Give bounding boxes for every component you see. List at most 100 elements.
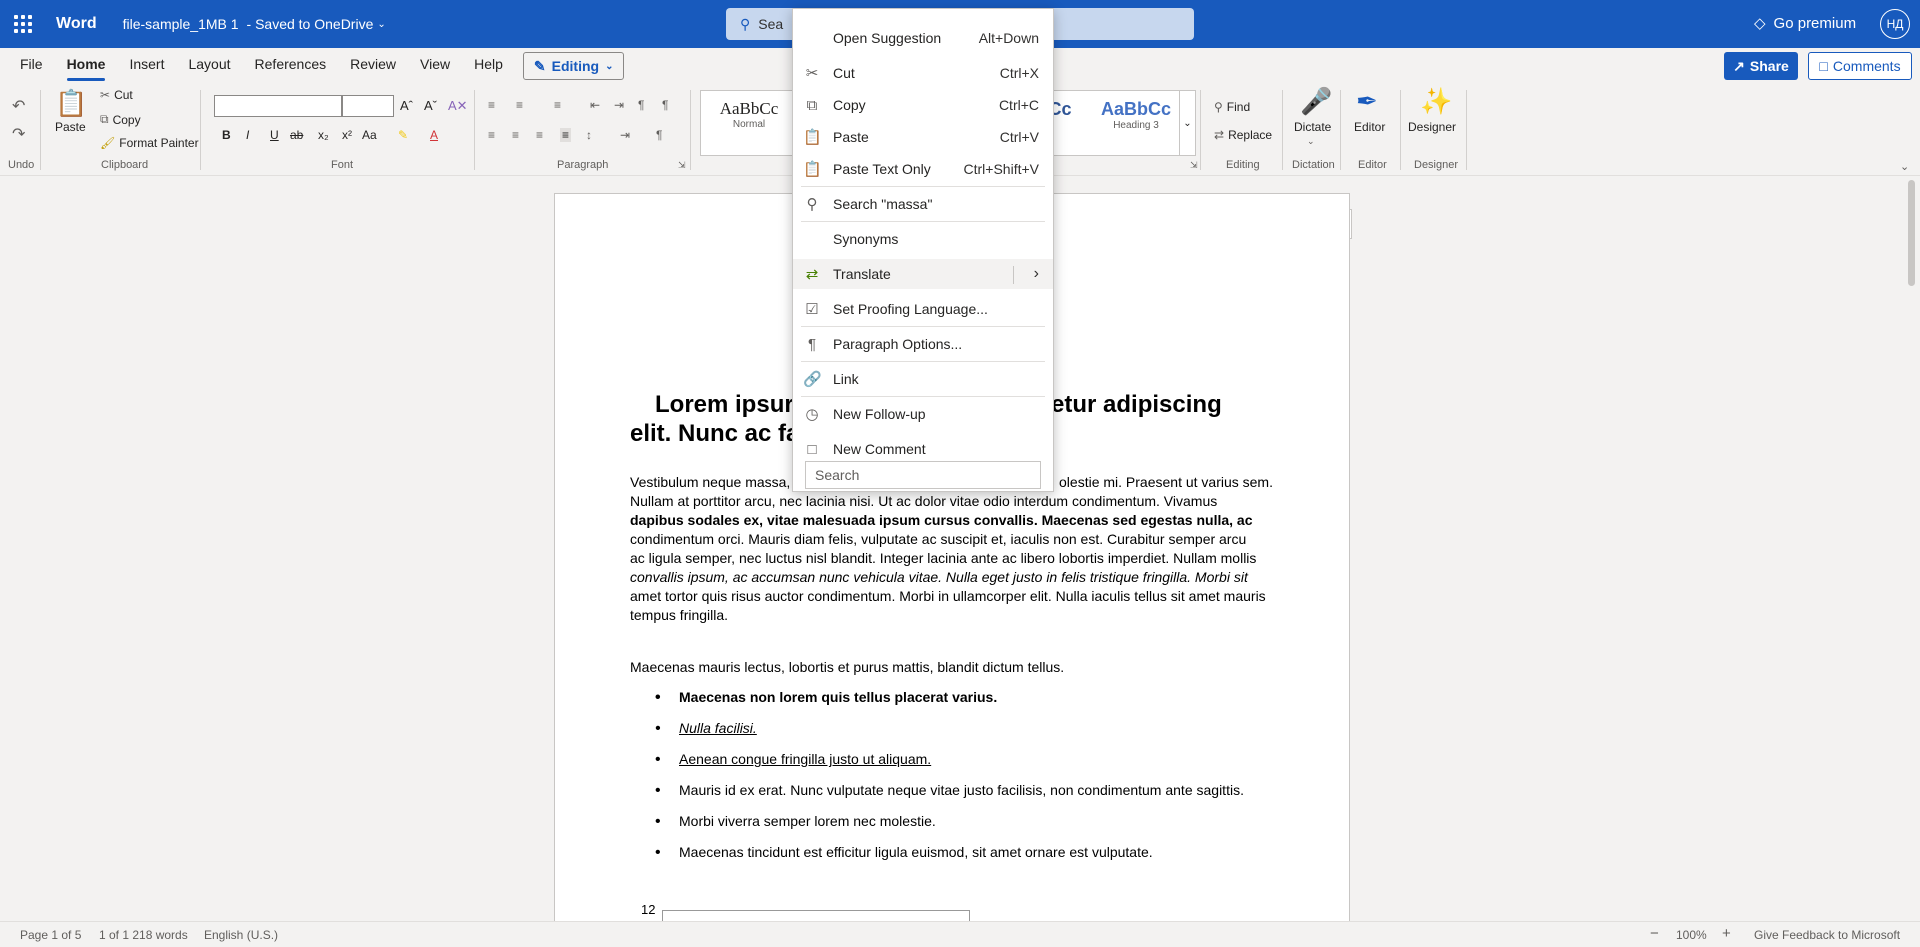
chevron-right-icon[interactable]: › — [1034, 265, 1039, 283]
style-normal[interactable]: AaBbCc Normal — [719, 99, 779, 130]
word-count[interactable]: 1 of 1 218 words — [99, 928, 188, 942]
tab-home[interactable]: Home — [55, 48, 118, 84]
embedded-chart[interactable] — [662, 910, 970, 921]
numbering-icon[interactable]: ≡ — [516, 98, 523, 112]
comments-button[interactable]: □ Comments — [1808, 52, 1912, 80]
paragraph-2[interactable]: Maecenas mauris lectus, lobortis et puru… — [630, 658, 1273, 677]
format-painter-button[interactable]: 🖌 Format Painter — [100, 136, 199, 150]
tab-file[interactable]: File — [8, 48, 55, 84]
menu-item-new-comment[interactable]: □ New Comment — [793, 434, 1053, 464]
decrease-indent-icon[interactable]: ⇤ — [590, 98, 600, 112]
style-heading-3[interactable]: AaBbCc Heading 3 — [1091, 99, 1181, 131]
menu-item-search[interactable]: ⚲ Search "massa" — [793, 189, 1053, 219]
page-count[interactable]: Page 1 of 5 — [20, 928, 81, 942]
styles-expand-icon[interactable]: ⌄ — [1179, 91, 1195, 155]
list-item[interactable]: Maecenas non lorem quis tellus placerat … — [655, 689, 1255, 707]
font-size-select[interactable] — [342, 95, 394, 117]
paragraph-1[interactable]: Vestibulum neque massa, olestie mi. Prae… — [630, 473, 1273, 625]
menu-item-open-suggestion[interactable]: Open Suggestion Alt+Down — [793, 23, 1053, 53]
app-launcher-button[interactable] — [0, 0, 46, 48]
multilevel-list-icon[interactable]: ≡ — [554, 98, 561, 112]
menu-search-input[interactable]: Search — [805, 461, 1041, 489]
cut-button[interactable]: ✂ Cut — [100, 88, 133, 102]
editor-icon[interactable]: ✒ — [1356, 86, 1378, 117]
menu-item-copy[interactable]: ⧉ Copy Ctrl+C — [793, 90, 1053, 120]
font-color-icon[interactable]: A — [430, 128, 438, 142]
list-item[interactable]: Maecenas tincidunt est efficitur ligula … — [655, 844, 1255, 862]
menu-item-synonyms[interactable]: Synonyms — [793, 224, 1053, 254]
grow-font-icon[interactable]: Aˆ — [400, 98, 413, 113]
paste-button[interactable]: Paste — [55, 120, 86, 134]
microphone-icon[interactable]: 🎤 — [1300, 86, 1332, 117]
list-item[interactable]: Nulla facilisi. — [655, 720, 1255, 738]
increase-indent-icon[interactable]: ⇥ — [614, 98, 624, 112]
document-title[interactable]: file-sample_1MB 1 — [123, 16, 239, 32]
change-case-icon[interactable]: Aa — [362, 128, 377, 142]
bold-icon[interactable]: B — [222, 128, 231, 142]
scrollbar-thumb[interactable] — [1908, 180, 1915, 286]
avatar[interactable]: НД — [1880, 9, 1910, 39]
shrink-font-icon[interactable]: Aˇ — [424, 98, 437, 113]
undo-icon[interactable]: ↶ — [12, 96, 25, 116]
replace-button[interactable]: ⇄ Replace — [1214, 128, 1272, 142]
chevron-down-icon[interactable]: ⌄ — [377, 19, 385, 30]
zoom-in-button[interactable]: + — [1722, 925, 1731, 942]
designer-icon[interactable]: ✨ — [1420, 86, 1452, 117]
underline-icon[interactable]: U — [270, 128, 279, 142]
font-name-select[interactable] — [214, 95, 342, 117]
menu-item-new-follow-up[interactable]: ◷ New Follow-up — [793, 399, 1053, 429]
paste-icon[interactable]: 📋 — [55, 88, 87, 119]
zoom-out-button[interactable]: − — [1650, 925, 1659, 942]
bullets-icon[interactable]: ≡ — [488, 98, 495, 112]
editing-mode-button[interactable]: ✎ Editing ⌄ — [522, 52, 625, 80]
list-item[interactable]: Morbi viverra semper lorem nec molestie. — [655, 813, 1255, 831]
redo-icon[interactable]: ↷ — [12, 124, 25, 144]
zoom-level[interactable]: 100% — [1676, 928, 1707, 942]
superscript-icon[interactable]: x² — [342, 128, 352, 142]
menu-item-paste[interactable]: 📋 Paste Ctrl+V — [793, 122, 1053, 152]
menu-item-cut[interactable]: ✂ Cut Ctrl+X — [793, 58, 1053, 88]
dictate-button[interactable]: Dictate — [1294, 120, 1331, 134]
list-item[interactable]: Aenean congue fringilla justo ut aliquam… — [655, 751, 1255, 769]
line-spacing-icon[interactable]: ↕ — [586, 128, 592, 142]
align-right-icon[interactable]: ≡ — [536, 128, 543, 142]
paragraph-launcher-icon[interactable]: ⇲ — [678, 160, 686, 171]
menu-item-paste-text-only[interactable]: 📋 Paste Text Only Ctrl+Shift+V — [793, 154, 1053, 184]
tab-review[interactable]: Review — [338, 48, 408, 84]
tab-help[interactable]: Help — [462, 48, 515, 84]
show-formatting-icon[interactable]: ¶ — [656, 128, 662, 142]
go-premium-button[interactable]: ◇ Go premium — [1754, 14, 1856, 33]
tab-layout[interactable]: Layout — [176, 48, 242, 84]
list-item[interactable]: Mauris id ex erat. Nunc vulputate neque … — [655, 782, 1255, 800]
menu-item-proofing-language[interactable]: ☑ Set Proofing Language... — [793, 294, 1053, 324]
tab-view[interactable]: View — [408, 48, 462, 84]
language-status[interactable]: English (U.S.) — [204, 928, 278, 942]
feedback-link[interactable]: Give Feedback to Microsoft — [1754, 928, 1900, 942]
share-button[interactable]: ↗ Share — [1724, 52, 1798, 80]
menu-item-paragraph-options[interactable]: ¶ Paragraph Options... — [793, 329, 1053, 359]
tab-references[interactable]: References — [243, 48, 339, 84]
menu-item-link[interactable]: 🔗 Link — [793, 364, 1053, 394]
copy-button[interactable]: ⧉ Copy — [100, 112, 141, 127]
find-button[interactable]: ⚲ Find — [1214, 100, 1250, 114]
subscript-icon[interactable]: x₂ — [318, 128, 329, 142]
vertical-scrollbar[interactable] — [1904, 176, 1920, 921]
app-name[interactable]: Word — [56, 15, 97, 33]
chevron-down-icon[interactable]: ⌄ — [1307, 136, 1315, 147]
strikethrough-icon[interactable]: ab — [290, 128, 303, 142]
align-center-icon[interactable]: ≡ — [512, 128, 519, 142]
tab-insert[interactable]: Insert — [117, 48, 176, 84]
styles-launcher-icon[interactable]: ⇲ — [1190, 160, 1198, 171]
align-left-icon[interactable]: ≡ — [488, 128, 495, 142]
italic-icon[interactable]: I — [246, 128, 249, 142]
indent-options-icon[interactable]: ⇥ — [620, 128, 630, 142]
highlight-icon[interactable]: ✎ — [398, 128, 408, 142]
menu-item-translate[interactable]: ⇄ Translate › — [793, 259, 1053, 289]
rtl-icon[interactable]: ¶ — [662, 98, 668, 112]
collapse-ribbon-icon[interactable]: ⌄ — [1900, 160, 1909, 173]
designer-button[interactable]: Designer — [1408, 120, 1456, 134]
justify-icon[interactable]: ≡ — [560, 128, 572, 142]
ltr-icon[interactable]: ¶ — [638, 98, 644, 112]
saved-status[interactable]: - Saved to OneDrive — [247, 16, 374, 32]
clear-formatting-icon[interactable]: A✕ — [448, 98, 468, 114]
